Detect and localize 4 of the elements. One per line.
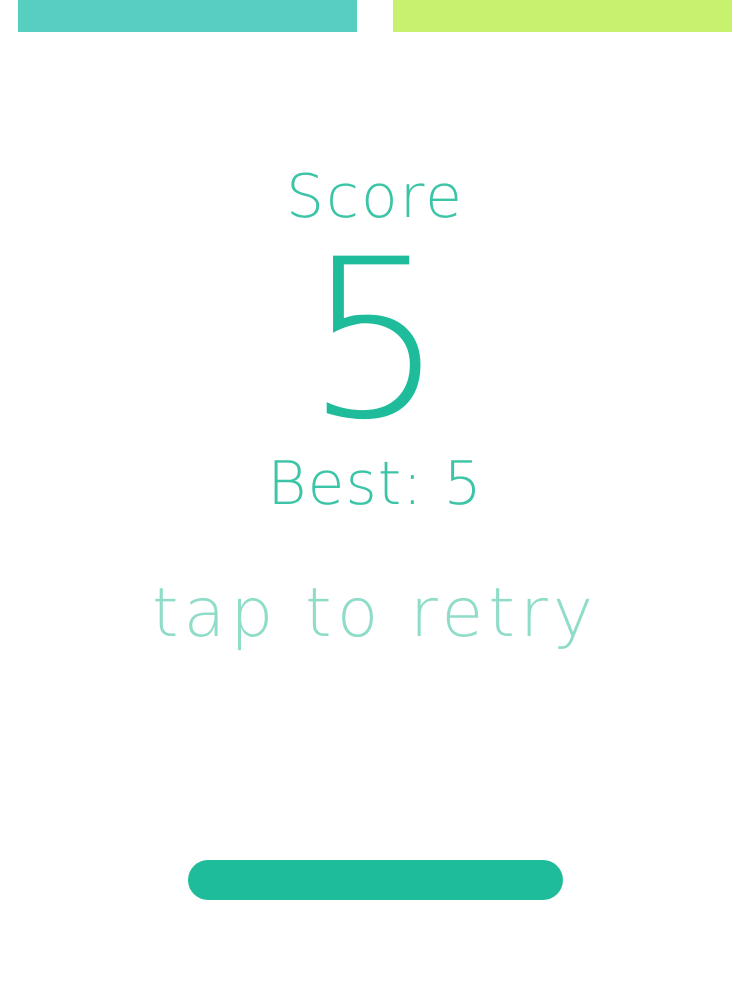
score-label: Score xyxy=(286,162,464,232)
retry-prompt: tap to retry xyxy=(152,573,598,655)
best-score: Best: 5 xyxy=(267,449,483,519)
score-value: 5 xyxy=(305,240,445,440)
